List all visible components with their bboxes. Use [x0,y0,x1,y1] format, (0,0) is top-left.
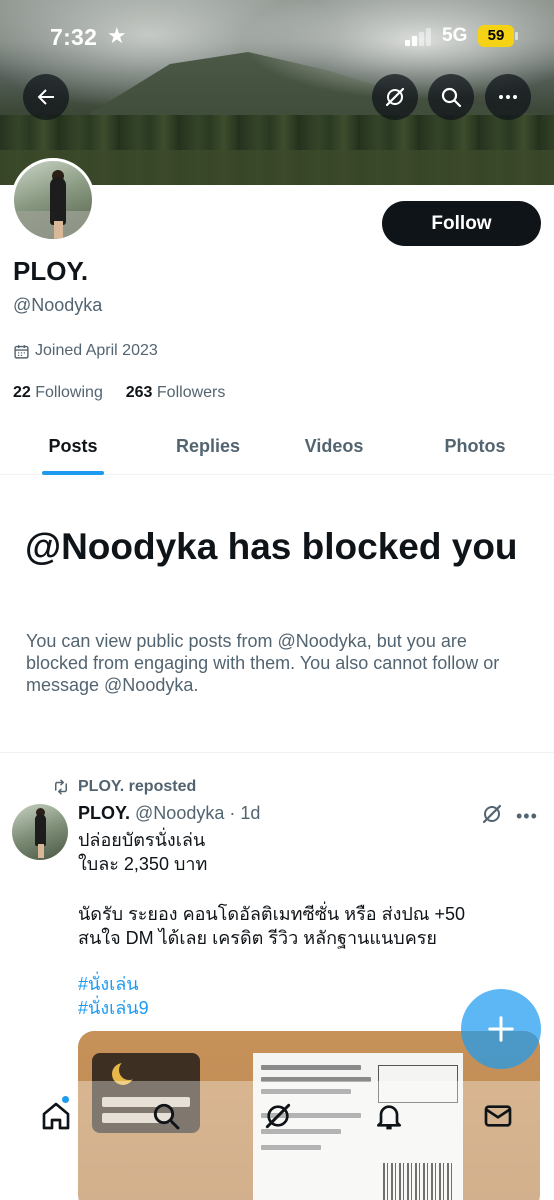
tab-videos[interactable]: Videos [264,418,404,475]
battery-icon: 59 [478,25,514,47]
followers-label: Followers [156,384,226,401]
more-horizontal-icon [499,95,517,99]
profile-handle: @Noodyka [13,295,103,315]
label-line [261,1065,361,1070]
messages-icon[interactable] [482,1100,514,1132]
back-button[interactable] [23,74,69,120]
joined-date: Joined April 2023 [13,342,158,360]
post-avatar[interactable] [12,804,68,860]
following-label: Following [35,384,103,401]
grok-icon[interactable] [262,1100,294,1132]
tab-posts[interactable]: Posts [0,418,146,475]
follow-button[interactable]: Follow [382,201,541,246]
post-text-line: นัดรับ ระยอง คอนโดอัลติเมทซีซั่น หรือ ส่… [78,904,466,924]
network-type: 5G [442,25,468,46]
home-icon[interactable] [40,1100,72,1132]
blocked-message: You can view public posts from @Noodyka,… [26,631,500,695]
battery-tip [515,32,518,40]
star-icon: ★ [107,23,127,48]
avatar-legs [38,844,44,858]
following-link[interactable]: 22 Following [13,384,103,401]
plus-icon [488,1016,514,1042]
avatar-figure [50,177,66,225]
avatar-figure [35,814,46,846]
bottom-nav [0,1081,554,1200]
post-text-line: ใบละ 2,350 บาท [78,854,208,874]
search-icon [441,87,462,108]
calendar-icon [14,344,29,359]
post-more-button[interactable]: ••• [516,806,538,827]
divider [0,752,554,753]
repost-label: PLOY. reposted [78,778,197,795]
follow-counts: 22 Following 263 Followers [13,384,225,402]
tab-replies[interactable]: Replies [138,418,278,475]
post-author-handle[interactable]: @Noodyka [135,803,224,823]
signal-icon [405,28,433,46]
profile-avatar[interactable] [11,158,95,242]
more-button[interactable] [485,74,531,120]
following-count: 22 [13,384,31,401]
grok-icon[interactable] [480,802,504,826]
post-text-line: สนใจ DM ได้เลย เครดิต รีวิว หลักฐานแนบคร… [78,928,437,948]
moon-cut [119,1060,139,1080]
repost-indicator[interactable]: PLOY. reposted [52,778,196,796]
hashtag-link[interactable]: #นั่งเล่น9 [78,996,149,1020]
avatar-legs [54,221,63,239]
arrow-left-icon [37,89,54,105]
post-author-name[interactable]: PLOY. [78,803,130,823]
blocked-title: @Noodyka has blocked you [25,526,518,567]
tab-photos[interactable]: Photos [405,418,545,475]
grok-icon [385,87,405,107]
post-header: PLOY. @Noodyka · 1d [78,803,260,824]
profile-tabs: Posts Replies Videos Photos [0,418,554,475]
post-text-line: ปล่อยบัตรนั่งเล่น [78,830,206,850]
post-time: · 1d [229,803,261,823]
display-name: PLOY. [13,256,89,286]
hashtag-link[interactable]: #นั่งเล่น [78,972,139,996]
grok-button[interactable] [372,74,418,120]
search-button[interactable] [428,74,474,120]
compose-button[interactable] [461,989,541,1069]
followers-link[interactable]: 263 Followers [126,384,226,401]
joined-text: Joined April 2023 [35,342,158,359]
status-time: 7:32 [50,24,98,50]
notification-dot [62,1096,69,1103]
tab-indicator [42,471,104,475]
repost-icon [55,779,67,795]
search-icon[interactable] [150,1100,182,1132]
notifications-icon[interactable] [373,1100,405,1132]
status-bar: 7:32 ★ 5G 59 [0,22,554,52]
followers-count: 263 [125,384,153,401]
